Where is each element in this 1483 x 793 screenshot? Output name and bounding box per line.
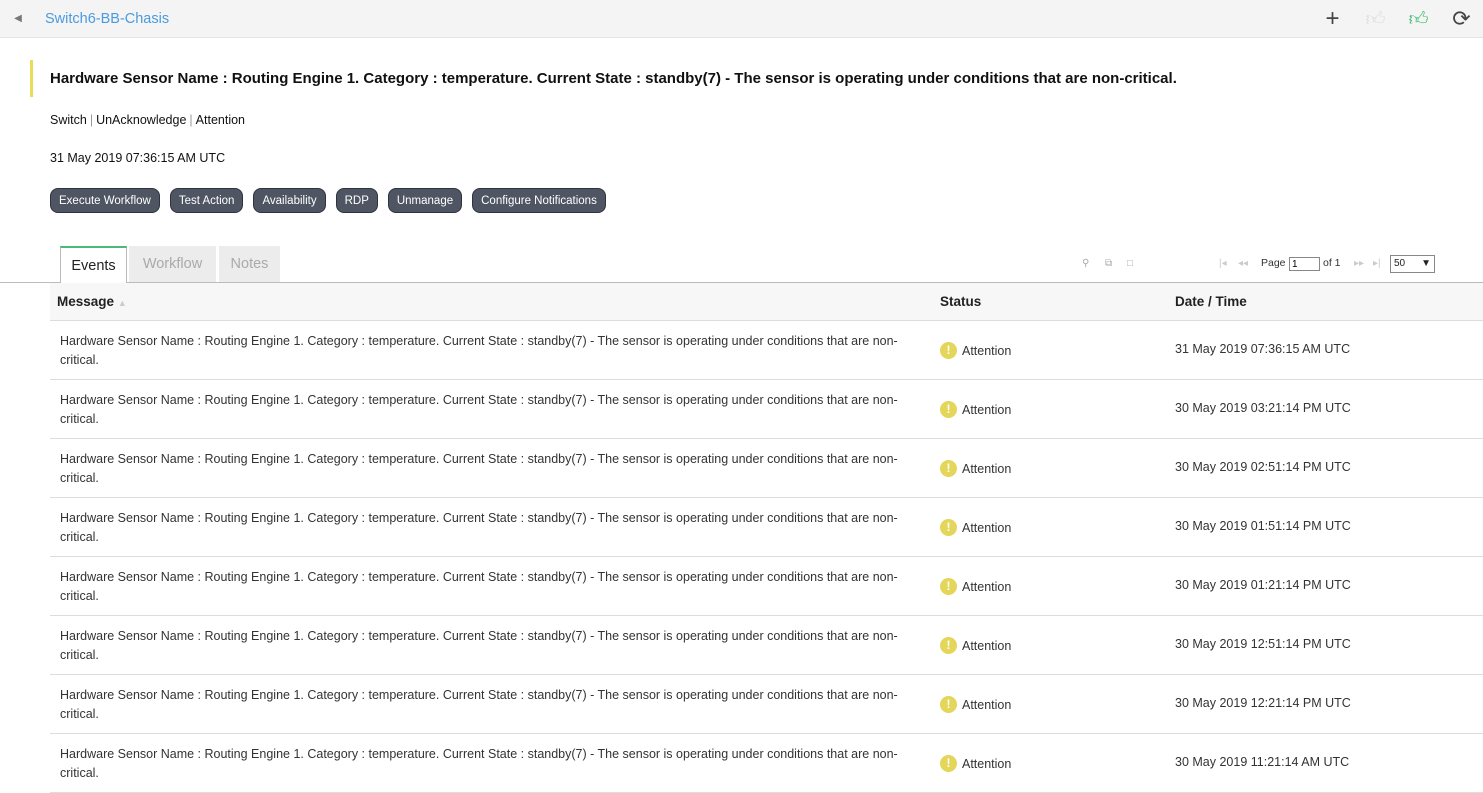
event-datetime: 30 May 2019 01:21:14 PM UTC — [1175, 578, 1351, 592]
event-status-label: Attention — [962, 461, 1012, 476]
alarm-ack-state: UnAcknowledge — [96, 113, 187, 127]
unmanage-button[interactable]: Unmanage — [387, 188, 463, 213]
event-status-label: Attention — [962, 579, 1012, 594]
table-row[interactable]: Hardware Sensor Name : Routing Engine 1.… — [50, 498, 1483, 557]
table-row[interactable]: Hardware Sensor Name : Routing Engine 1.… — [50, 321, 1483, 380]
table-row[interactable]: Hardware Sensor Name : Routing Engine 1.… — [50, 380, 1483, 439]
last-page-icon[interactable]: ▸| — [1373, 258, 1381, 269]
search-icon[interactable]: ⚲ — [1082, 258, 1089, 269]
event-message: Hardware Sensor Name : Routing Engine 1.… — [60, 452, 898, 485]
toolbar: + 👍︎ 👍︎ ⟳ — [1311, 0, 1483, 38]
event-status-label: Attention — [962, 638, 1012, 653]
page-count: of 1 — [1323, 257, 1341, 269]
event-status: ! Attention — [940, 637, 1011, 654]
column-message[interactable]: Message ▲ — [57, 294, 127, 309]
alarm-severity: Attention — [195, 113, 246, 127]
event-status: ! Attention — [940, 342, 1011, 359]
event-status: ! Attention — [940, 755, 1011, 772]
top-bar: ◀ Switch6-BB-Chasis + 👍︎ 👍︎ ⟳ — [0, 0, 1483, 38]
event-datetime: 31 May 2019 07:36:15 AM UTC — [1175, 342, 1351, 356]
event-status: ! Attention — [940, 401, 1011, 418]
rdp-button[interactable]: RDP — [335, 188, 378, 213]
refresh-icon[interactable]: ⟳ — [1440, 6, 1483, 32]
configure-notifications-button[interactable]: Configure Notifications — [472, 188, 606, 213]
action-buttons: Execute Workflow Test Action Availabilit… — [50, 188, 1483, 213]
table-row[interactable]: Hardware Sensor Name : Routing Engine 1.… — [50, 439, 1483, 498]
next-page-icon[interactable]: ▸▸ — [1354, 258, 1364, 269]
attention-icon: ! — [940, 401, 957, 418]
event-status: ! Attention — [940, 519, 1011, 536]
table-row[interactable]: Hardware Sensor Name : Routing Engine 1.… — [50, 557, 1483, 616]
table-row[interactable]: Hardware Sensor Name : Routing Engine 1.… — [50, 734, 1483, 793]
page-input[interactable] — [1289, 257, 1320, 271]
add-icon[interactable]: + — [1311, 5, 1354, 33]
alarm-meta: Switch | UnAcknowledge | Attention — [50, 113, 246, 127]
availability-button[interactable]: Availability — [253, 188, 326, 213]
event-status-label: Attention — [962, 520, 1012, 535]
event-datetime: 30 May 2019 11:21:14 AM UTC — [1175, 755, 1350, 769]
alarm-category: Switch — [50, 113, 87, 127]
event-message: Hardware Sensor Name : Routing Engine 1.… — [60, 570, 898, 603]
attention-icon: ! — [940, 460, 957, 477]
attention-icon: ! — [940, 519, 957, 536]
event-datetime: 30 May 2019 03:21:14 PM UTC — [1175, 401, 1351, 415]
pager: ⚲ ⧉ □ |◂ ◂◂ Page of 1 ▸▸ ▸| 50 ▼ — [0, 246, 1483, 282]
chevron-down-icon: ▼ — [1421, 258, 1431, 269]
event-message: Hardware Sensor Name : Routing Engine 1.… — [60, 393, 898, 426]
event-status-label: Attention — [962, 402, 1012, 417]
table-row[interactable]: Hardware Sensor Name : Routing Engine 1.… — [50, 675, 1483, 734]
column-datetime[interactable]: Date / Time — [1175, 294, 1247, 309]
event-datetime: 30 May 2019 01:51:14 PM UTC — [1175, 519, 1351, 533]
attention-icon: ! — [940, 755, 957, 772]
event-message: Hardware Sensor Name : Routing Engine 1.… — [60, 747, 898, 780]
event-message: Hardware Sensor Name : Routing Engine 1.… — [60, 334, 898, 367]
tabs: Events Workflow Notes ⚲ ⧉ □ |◂ ◂◂ Page o… — [0, 246, 1483, 283]
event-status: ! Attention — [940, 696, 1011, 713]
first-page-icon[interactable]: |◂ — [1219, 258, 1227, 269]
attention-icon: ! — [940, 578, 957, 595]
per-page-value: 50 — [1394, 258, 1406, 269]
column-status[interactable]: Status — [940, 294, 981, 309]
execute-workflow-button[interactable]: Execute Workflow — [50, 188, 160, 213]
page-label: Page — [1261, 257, 1286, 269]
event-message: Hardware Sensor Name : Routing Engine 1.… — [60, 511, 898, 544]
event-message: Hardware Sensor Name : Routing Engine 1.… — [60, 629, 898, 662]
prev-page-icon[interactable]: ◂◂ — [1238, 258, 1248, 269]
event-datetime: 30 May 2019 12:21:14 PM UTC — [1175, 696, 1351, 710]
sort-icon[interactable]: ▲ — [118, 298, 127, 308]
table-row[interactable]: Hardware Sensor Name : Routing Engine 1.… — [50, 616, 1483, 675]
back-icon[interactable]: ◀ — [0, 13, 36, 24]
attention-icon: ! — [940, 342, 957, 359]
event-datetime: 30 May 2019 02:51:14 PM UTC — [1175, 460, 1351, 474]
test-action-button[interactable]: Test Action — [169, 188, 244, 213]
attention-icon: ! — [940, 696, 957, 713]
alarm-title: Hardware Sensor Name : Routing Engine 1.… — [30, 60, 1483, 97]
per-page-select[interactable]: 50 ▼ — [1390, 255, 1435, 273]
table-header: Message ▲ Status Date / Time — [50, 283, 1483, 321]
table-body: Hardware Sensor Name : Routing Engine 1.… — [0, 321, 1483, 793]
event-status-label: Attention — [962, 756, 1012, 771]
event-status-label: Attention — [962, 697, 1012, 712]
alarm-datetime: 31 May 2019 07:36:15 AM UTC — [50, 151, 226, 165]
attention-icon: ! — [940, 637, 957, 654]
events-table: Message ▲ Status Date / Time Hardware Se… — [50, 283, 1483, 793]
breadcrumb-device[interactable]: Switch6-BB-Chasis — [45, 11, 169, 27]
thumbs-up-outline-icon[interactable]: 👍︎ — [1354, 8, 1397, 31]
event-status-label: Attention — [962, 343, 1012, 358]
export-icon[interactable]: ⧉ — [1105, 258, 1112, 269]
event-message: Hardware Sensor Name : Routing Engine 1.… — [60, 688, 898, 721]
event-status: ! Attention — [940, 578, 1011, 595]
event-status: ! Attention — [940, 460, 1011, 477]
column-message-label: Message — [57, 294, 115, 309]
pdf-icon[interactable]: □ — [1127, 258, 1133, 269]
event-datetime: 30 May 2019 12:51:14 PM UTC — [1175, 637, 1351, 651]
thumbs-up-filled-icon[interactable]: 👍︎ — [1397, 8, 1440, 31]
